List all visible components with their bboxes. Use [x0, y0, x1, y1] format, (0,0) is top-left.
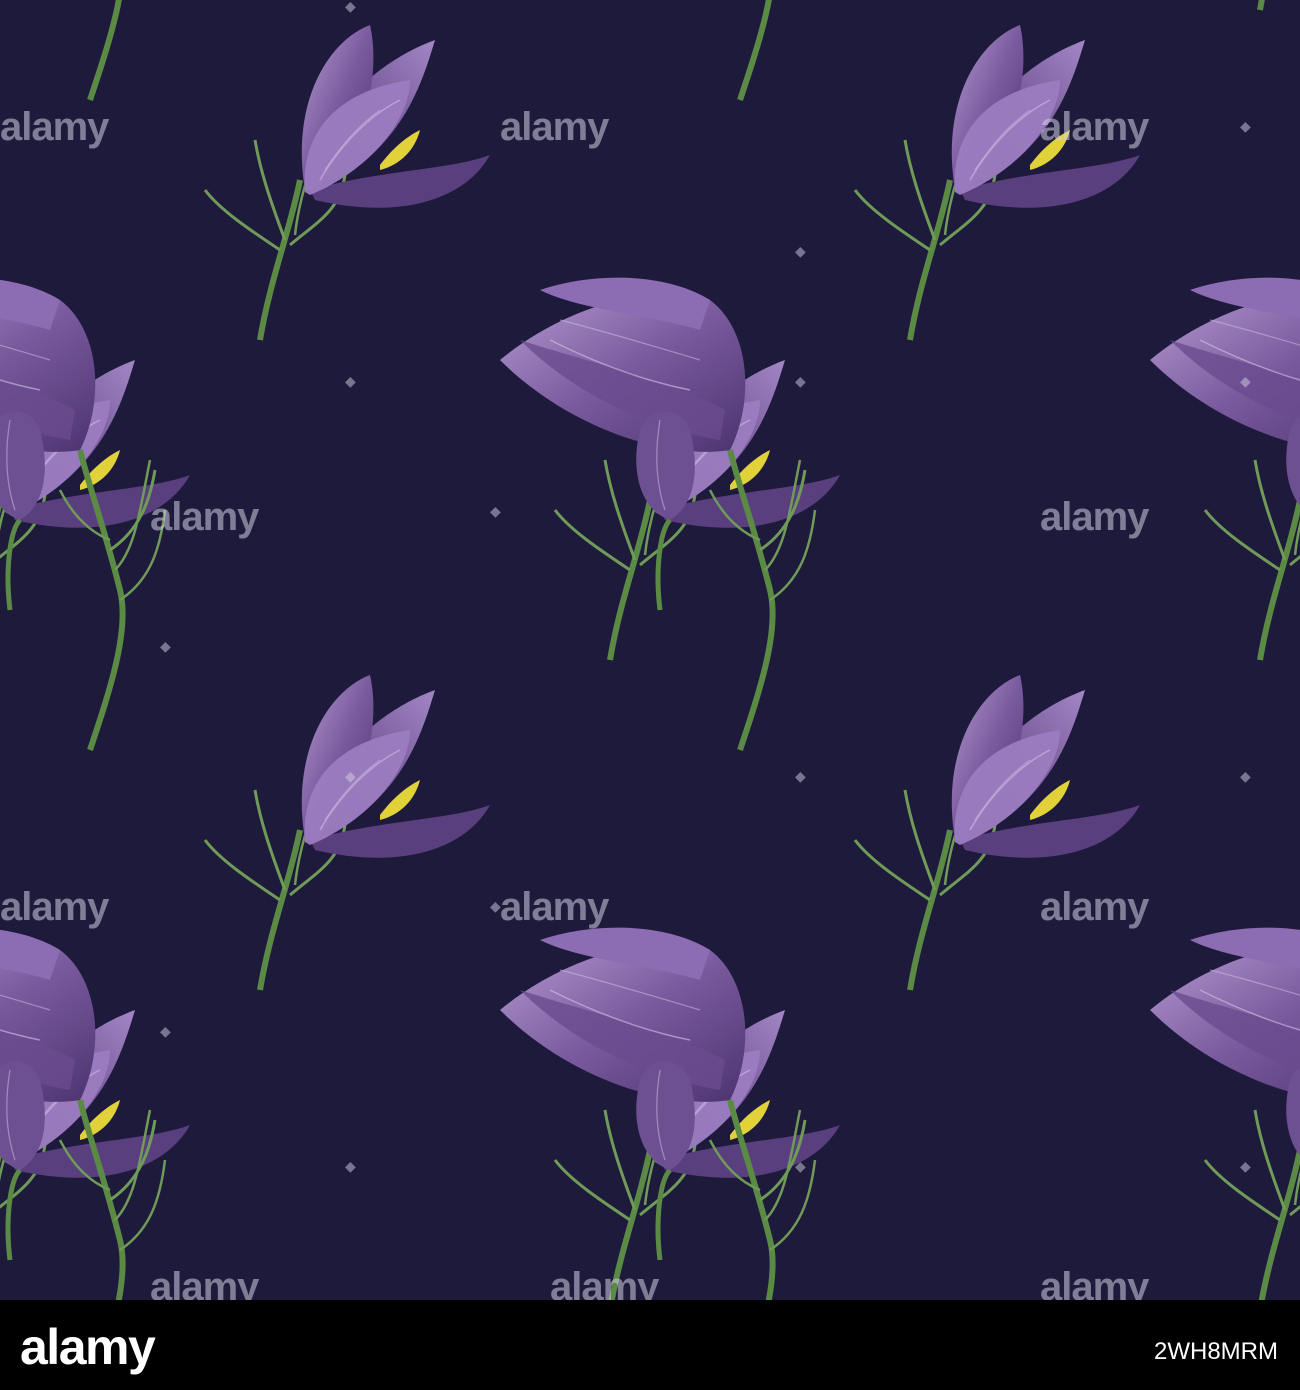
open-pasque-flower [205, 25, 490, 340]
floral-pattern-image: alamy alamy alamy alamy alamy alamy alam… [0, 0, 1300, 1300]
watermark-text: alamy [500, 105, 609, 149]
watermark-dot: ◆ [795, 244, 806, 260]
watermark-dot: ◆ [345, 1159, 356, 1175]
watermark-text: alamy [1040, 885, 1149, 929]
closed-pasque-flower [500, 0, 815, 100]
watermark-text: alamy [1040, 495, 1149, 539]
watermark-dot: ◆ [1240, 374, 1251, 390]
closed-pasque-flower [0, 0, 165, 100]
watermark-dot: ◆ [795, 374, 806, 390]
open-pasque-flower [0, 0, 190, 10]
watermark-dot: ◆ [490, 899, 501, 915]
alamy-logo[interactable]: alamy [20, 1318, 156, 1376]
watermark-text: alamy [150, 1265, 259, 1300]
watermark-dot: ◆ [1240, 1159, 1251, 1175]
watermark-dot: ◆ [345, 374, 356, 390]
open-pasque-flower [205, 675, 490, 990]
open-pasque-flower [855, 25, 1140, 340]
watermark-text: alamy [550, 1265, 659, 1300]
watermark-dot: ◆ [160, 1024, 171, 1040]
watermark-dot: ◆ [345, 769, 356, 785]
image-id-label: 2WH8MRM [1154, 1338, 1278, 1365]
watermark-text: alamy [1040, 105, 1149, 149]
watermark-dot: ◆ [160, 639, 171, 655]
watermark-text: alamy [1040, 1265, 1149, 1300]
watermark-dot: ◆ [795, 769, 806, 785]
closed-pasque-flower [0, 928, 165, 1300]
closed-pasque-flower [500, 928, 815, 1300]
watermark-dot: ◆ [795, 1159, 806, 1175]
watermark-dot: ◆ [345, 0, 356, 15]
open-pasque-flower [855, 675, 1140, 990]
watermark-dot: ◆ [1240, 119, 1251, 135]
open-pasque-flower [1205, 0, 1300, 10]
pasque-flower-pattern-illustration [0, 0, 1300, 1300]
watermark-text: alamy [0, 105, 109, 149]
footer-bar: alamy 2WH8MRM [0, 1300, 1300, 1390]
watermark-text: alamy [0, 885, 109, 929]
watermark-text: alamy [500, 885, 609, 929]
watermark-dot: ◆ [1240, 769, 1251, 785]
watermark-dot: ◆ [490, 504, 501, 520]
watermark-text: alamy [150, 495, 259, 539]
